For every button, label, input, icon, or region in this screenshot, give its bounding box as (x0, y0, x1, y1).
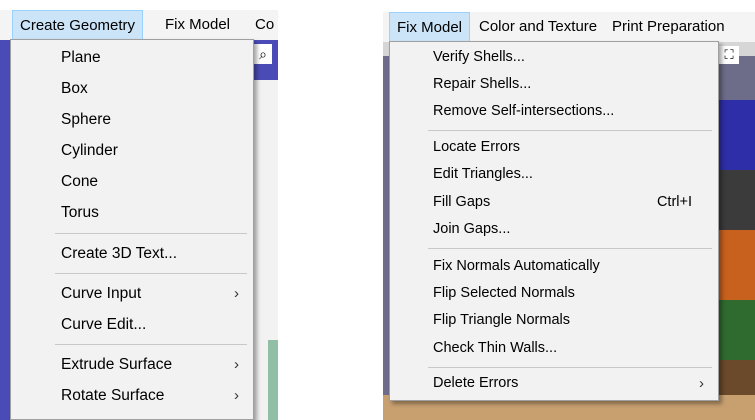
zoom-icon[interactable]: ⌕ (254, 44, 272, 64)
right-screenshot-panel: ⛶ Fix Model Color and Texture Print Prep… (383, 0, 755, 420)
fix-model-dropdown: Verify Shells... Repair Shells... Remove… (389, 41, 719, 401)
create-geometry-dropdown: Plane Box Sphere Cylinder Cone Torus Cre… (10, 39, 254, 420)
menu-item-extrude-surface[interactable]: Extrude Surface › (11, 349, 253, 380)
menu-item-fill-gaps[interactable]: Fill Gaps Ctrl+I (390, 189, 718, 217)
model-face (713, 300, 755, 360)
menu-item-curve-input[interactable]: Curve Input › (11, 278, 253, 309)
menu-item-verify-shells[interactable]: Verify Shells... (390, 44, 718, 72)
menu-item-rotate-surface[interactable]: Rotate Surface › (11, 380, 253, 411)
menu-item-edit-triangles[interactable]: Edit Triangles... (390, 161, 718, 189)
menu-separator (428, 130, 712, 131)
menu-color-truncated[interactable]: Co (248, 10, 278, 40)
left-screenshot-panel: ⌕ Create Geometry Fix Model Co Plane Box… (0, 0, 278, 420)
menu-item-join-gaps[interactable]: Join Gaps... (390, 216, 718, 244)
menu-item-cylinder[interactable]: Cylinder (11, 135, 253, 166)
menubar: Fix Model Color and Texture Print Prepar… (383, 12, 755, 42)
chevron-right-icon: › (699, 375, 704, 392)
menu-item-remove-self-intersections[interactable]: Remove Self-intersections... (390, 98, 718, 126)
menu-separator (428, 367, 712, 368)
chevron-right-icon: › (234, 285, 239, 302)
menu-separator (428, 248, 712, 249)
menu-item-torus[interactable]: Torus (11, 197, 253, 228)
menu-item-create-3d-text[interactable]: Create 3D Text... (11, 238, 253, 269)
shortcut-label: Ctrl+I (656, 194, 692, 210)
menu-create-geometry[interactable]: Create Geometry (12, 10, 144, 40)
menu-item-curve-edit[interactable]: Curve Edit... (11, 309, 253, 340)
model-face (713, 170, 755, 230)
menu-item-delete-errors[interactable]: Delete Errors › (390, 370, 718, 398)
menu-item-sphere[interactable]: Sphere (11, 104, 253, 135)
fit-view-icon[interactable]: ⛶ (719, 46, 739, 64)
menu-print-preparation[interactable]: Print Preparation (605, 12, 732, 42)
menu-item-flip-selected-normals[interactable]: Flip Selected Normals (390, 280, 718, 308)
chevron-right-icon: › (234, 356, 239, 373)
menubar: Create Geometry Fix Model Co (0, 10, 278, 40)
menu-fix-model[interactable]: Fix Model (158, 10, 237, 40)
menu-item-cone[interactable]: Cone (11, 166, 253, 197)
model-face (713, 100, 755, 170)
menu-item-plane[interactable]: Plane (11, 42, 253, 73)
menu-separator (55, 344, 247, 345)
model-face (713, 230, 755, 300)
menu-item-repair-shells[interactable]: Repair Shells... (390, 71, 718, 99)
menu-item-locate-errors[interactable]: Locate Errors (390, 134, 718, 162)
menu-item-flip-triangle-normals[interactable]: Flip Triangle Normals (390, 307, 718, 335)
chevron-right-icon: › (234, 387, 239, 404)
menu-item-check-thin-walls[interactable]: Check Thin Walls... (390, 335, 718, 363)
menu-separator (55, 233, 247, 234)
menu-fix-model[interactable]: Fix Model (389, 12, 471, 42)
menu-item-box[interactable]: Box (11, 73, 253, 104)
menu-color-and-texture[interactable]: Color and Texture (472, 12, 604, 42)
model-edge (268, 340, 278, 420)
menu-separator (55, 273, 247, 274)
menu-item-fix-normals-automatically[interactable]: Fix Normals Automatically (390, 253, 718, 281)
